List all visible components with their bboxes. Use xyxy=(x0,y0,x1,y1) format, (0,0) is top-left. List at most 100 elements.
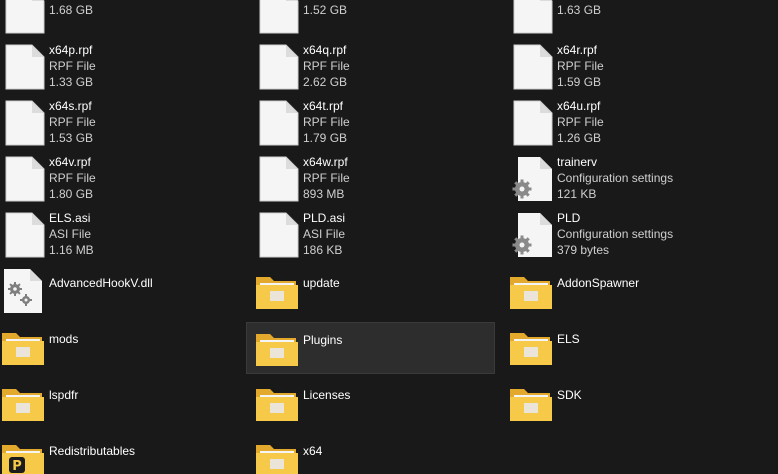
rpf-file-icon xyxy=(0,0,48,35)
file-item[interactable]: x64t.rpf RPF File 1.79 GB xyxy=(254,96,508,152)
folder-icon xyxy=(508,267,556,315)
item-text: x64v.rpf RPF File 1.80 GB xyxy=(49,154,96,202)
item-size: 1.16 MB xyxy=(49,243,94,257)
folder-item[interactable]: AddonSpawner xyxy=(508,264,778,320)
folder-icon: P xyxy=(0,435,48,474)
item-text: update xyxy=(303,275,340,291)
item-name: AddonSpawner xyxy=(557,276,640,290)
asi-file-icon xyxy=(0,211,48,259)
item-text: lspdfr xyxy=(49,387,78,403)
file-item[interactable]: AdvancedHookV.dll xyxy=(0,264,254,320)
item-size: 1.26 GB xyxy=(557,131,602,145)
file-item[interactable]: PLD Configuration settings 379 bytes xyxy=(508,208,778,264)
file-item[interactable]: trainerv Configuration settings 121 KB xyxy=(508,152,778,208)
file-item[interactable]: x64u.rpf RPF File 1.26 GB xyxy=(508,96,778,152)
item-name: x64u.rpf xyxy=(557,99,601,113)
item-size: 121 KB xyxy=(557,187,597,201)
item-name: x64v.rpf xyxy=(49,155,91,169)
rpf-file-icon xyxy=(0,43,48,91)
item-type: Configuration settings xyxy=(557,227,674,241)
item-text: x64r.rpf RPF File 1.59 GB xyxy=(557,42,604,90)
item-name: trainerv xyxy=(557,155,598,169)
item-size: 2.62 GB xyxy=(303,75,348,89)
item-name: PLD xyxy=(557,211,581,225)
item-size: 1.53 GB xyxy=(49,131,94,145)
item-size: 186 KB xyxy=(303,243,343,257)
file-item[interactable]: RPF File1.52 GB xyxy=(254,0,508,40)
folder-item[interactable]: mods xyxy=(0,320,254,376)
item-name: Licenses xyxy=(303,388,351,402)
item-text: x64 xyxy=(303,443,322,459)
item-name: x64w.rpf xyxy=(303,155,348,169)
item-name: x64p.rpf xyxy=(49,43,93,57)
item-name: mods xyxy=(49,332,79,346)
item-size: 1.80 GB xyxy=(49,187,94,201)
file-tile-view: RPF File1.68 GBRPF File1.52 GBRPF File1.… xyxy=(0,0,778,474)
folder-icon xyxy=(254,435,302,474)
item-type: RPF File xyxy=(303,115,350,129)
rpf-file-icon xyxy=(254,0,302,35)
item-type: Configuration settings xyxy=(557,171,674,185)
item-text: x64u.rpf RPF File 1.26 GB xyxy=(557,98,604,146)
file-item[interactable]: x64w.rpf RPF File 893 MB xyxy=(254,152,508,208)
item-type: RPF File xyxy=(303,59,350,73)
folder-icon xyxy=(508,323,556,371)
rpf-file-icon xyxy=(0,155,48,203)
folder-icon xyxy=(508,379,556,427)
item-type: ASI File xyxy=(303,227,346,241)
item-type: RPF File xyxy=(49,59,96,73)
folder-item[interactable]: lspdfr xyxy=(0,376,254,432)
rpf-file-icon xyxy=(508,99,556,147)
item-text: AdvancedHookV.dll xyxy=(49,275,153,291)
file-item[interactable]: PLD.asi ASI File 186 KB xyxy=(254,208,508,264)
file-item[interactable]: x64q.rpf RPF File 2.62 GB xyxy=(254,40,508,96)
file-item[interactable]: x64r.rpf RPF File 1.59 GB xyxy=(508,40,778,96)
asi-file-icon xyxy=(254,211,302,259)
item-size: 1.79 GB xyxy=(303,131,348,145)
item-name: ELS.asi xyxy=(49,211,91,225)
file-item[interactable]: x64s.rpf RPF File 1.53 GB xyxy=(0,96,254,152)
folder-icon xyxy=(0,379,48,427)
file-item[interactable]: x64v.rpf RPF File 1.80 GB xyxy=(0,152,254,208)
item-name: lspdfr xyxy=(49,388,79,402)
rpf-file-icon xyxy=(254,43,302,91)
item-text: RPF File1.52 GB xyxy=(303,0,350,18)
folder-item[interactable]: P Redistributables xyxy=(0,432,254,474)
item-text: mods xyxy=(49,331,78,347)
item-type: ASI File xyxy=(49,227,92,241)
folder-icon xyxy=(254,267,302,315)
folder-item[interactable]: ELS xyxy=(508,320,778,376)
file-item[interactable]: ELS.asi ASI File 1.16 MB xyxy=(0,208,254,264)
svg-text:P: P xyxy=(12,459,22,474)
folder-item[interactable]: x64 xyxy=(254,432,508,474)
item-size: 1.63 GB xyxy=(557,3,602,17)
config-settings-icon xyxy=(508,211,556,259)
item-name: x64r.rpf xyxy=(557,43,598,57)
item-size: 893 MB xyxy=(303,187,345,201)
folder-item[interactable]: SDK xyxy=(508,376,778,432)
file-item[interactable]: x64p.rpf RPF File 1.33 GB xyxy=(0,40,254,96)
item-text: PLD.asi ASI File 186 KB xyxy=(303,210,345,258)
item-text: ELS xyxy=(557,331,580,347)
item-text: ELS.asi ASI File 1.16 MB xyxy=(49,210,94,258)
folder-item[interactable]: Licenses xyxy=(254,376,508,432)
file-item[interactable]: RPF File1.68 GB xyxy=(0,0,254,40)
item-size: 1.52 GB xyxy=(303,3,348,17)
rpf-file-icon xyxy=(508,43,556,91)
item-type: RPF File xyxy=(49,171,96,185)
folder-item[interactable]: update xyxy=(254,264,508,320)
item-text: SDK xyxy=(557,387,582,403)
item-text: RPF File1.63 GB xyxy=(557,0,604,18)
folder-item[interactable]: Plugins xyxy=(246,322,495,374)
item-name: PLD.asi xyxy=(303,211,346,225)
item-name: x64t.rpf xyxy=(303,99,344,113)
item-text: x64p.rpf RPF File 1.33 GB xyxy=(49,42,96,90)
item-name: update xyxy=(303,276,340,290)
item-text: x64w.rpf RPF File 893 MB xyxy=(303,154,350,202)
item-name: x64s.rpf xyxy=(49,99,92,113)
item-text: Plugins xyxy=(303,332,342,348)
item-size: 1.59 GB xyxy=(557,75,602,89)
dll-file-icon xyxy=(0,267,48,315)
file-item[interactable]: RPF File1.63 GB xyxy=(508,0,778,40)
rpf-file-icon xyxy=(254,99,302,147)
